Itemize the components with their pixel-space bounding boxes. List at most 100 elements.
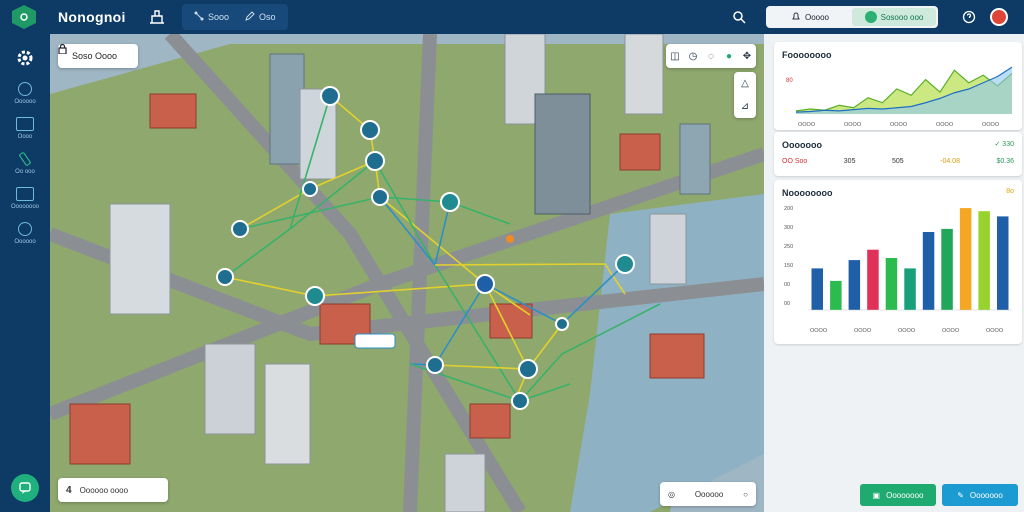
- help-icon[interactable]: [958, 6, 980, 28]
- map-search-chip-label: Soso Oooo: [72, 51, 118, 61]
- app-logo[interactable]: [0, 0, 48, 34]
- bar-y-tick: 250: [784, 244, 793, 250]
- stats-cell: 305: [843, 158, 856, 165]
- gear-icon[interactable]: [13, 46, 37, 70]
- bar: [830, 280, 842, 310]
- bar-x-labels: OOOO OOOO OOOO OOOO OOOO: [810, 328, 1004, 334]
- sidebar-item-clock[interactable]: Oooooo: [2, 222, 48, 245]
- trend-x-tick: OOOO: [936, 122, 954, 128]
- pen-icon: [18, 151, 32, 167]
- primary-action-button[interactable]: ▣ Oooooooo: [860, 484, 936, 506]
- trend-x-ticks: OOOO OOOO OOOO OOOO OOOO: [798, 122, 1000, 128]
- map-scale-chip[interactable]: 4 Oooooo oooo: [58, 478, 168, 502]
- chat-icon[interactable]: [11, 474, 39, 502]
- map-toolbar: ◫ ◷ ◌ ● ✥: [666, 44, 756, 68]
- bar-x-label: OOOO: [898, 328, 916, 334]
- shield-tool-icon[interactable]: ◌: [703, 48, 719, 64]
- map-legend-label: Oooooo: [694, 489, 724, 499]
- legend-toggle-icon[interactable]: ○: [743, 490, 748, 499]
- right-panel: Foooooooo 80 OOOO OOOO OOOO OOOO OOOO Oooooo…: [764, 34, 1024, 512]
- bar-y-ticks: 200 300 250 150 00 00: [784, 206, 793, 307]
- view-option-1[interactable]: Ooooo: [768, 8, 852, 26]
- stats-card-badge: ✓ 330: [994, 141, 1015, 148]
- stats-cell: $0.36: [996, 158, 1014, 165]
- view-option-2-label: Sosooo ooo: [880, 12, 924, 22]
- bar-x-label: OOOO: [942, 328, 960, 334]
- bar: [811, 268, 823, 310]
- sidebar-item-label: Oo ooo: [15, 169, 35, 175]
- image-icon: ▣: [872, 490, 881, 500]
- bar: [867, 249, 879, 310]
- monitor-icon: [16, 117, 34, 131]
- left-sidebar: Oooooo Oooo Oo ooo Oooooooo Oooooo: [0, 34, 50, 512]
- city-map[interactable]: Soso Oooo ◫ ◷ ◌ ● ✥ △ ⊿ 4 Oooooo oooo ◎ …: [50, 34, 764, 512]
- primary-action-label: Oooooooo: [886, 490, 924, 500]
- top-bar: Nonognoi Sooo Oso Ooooo Sosooo ooo: [0, 0, 1024, 34]
- bar: [959, 208, 972, 310]
- bar: [922, 232, 935, 310]
- stats-cell: -04.08: [940, 158, 960, 165]
- legend-icon: ◎: [668, 489, 675, 499]
- logo-icon: [12, 5, 36, 29]
- top-bar-right: Ooooo Sosooo ooo: [728, 0, 1024, 34]
- bar-x-label: OOOO: [810, 328, 828, 334]
- trend-axis-label: 80: [786, 78, 793, 84]
- view-option-1-label: Ooooo: [804, 12, 830, 22]
- draw-tool-icon[interactable]: △: [737, 76, 753, 92]
- bar-y-tick: 00: [784, 282, 790, 288]
- user-avatar[interactable]: [990, 8, 1008, 26]
- sidebar-item-pen[interactable]: Oo ooo: [2, 151, 48, 175]
- tab-network-label: Sooo: [208, 12, 230, 22]
- measure-tool-icon[interactable]: ⊿: [737, 99, 753, 115]
- sidebar-item-monitor[interactable]: Oooo: [2, 117, 48, 140]
- stats-card-title: Ooooooo: [782, 140, 822, 150]
- move-tool-icon[interactable]: ✥: [739, 48, 755, 64]
- view-option-2[interactable]: Sosooo ooo: [852, 8, 936, 26]
- stats-cell: OO Soo: [782, 158, 808, 165]
- bar: [941, 228, 953, 310]
- timer-tool-icon[interactable]: ◷: [685, 48, 701, 64]
- sidebar-item-globe[interactable]: Oooooo: [2, 82, 48, 105]
- bar-x-label: OOOO: [986, 328, 1004, 334]
- tab-edit-label: Oso: [259, 12, 276, 22]
- secondary-action-label: Ooooooo: [969, 490, 1003, 500]
- map-legend-chip[interactable]: ◎ Oooooo ○: [660, 482, 756, 506]
- map-search-chip[interactable]: Soso Oooo: [58, 44, 138, 68]
- bar: [904, 268, 916, 310]
- search-icon[interactable]: [728, 6, 750, 28]
- sidebar-item-label: Oooo: [17, 134, 33, 140]
- layers-tool-icon[interactable]: ◫: [667, 48, 683, 64]
- sidebar-item-layers[interactable]: Oooooooo: [2, 187, 48, 210]
- globe-icon: [18, 82, 32, 96]
- pencil-icon: [245, 11, 255, 23]
- secondary-action-button[interactable]: ✎ Ooooooo: [942, 484, 1018, 506]
- trend-x-tick: OOOO: [844, 122, 862, 128]
- bar-y-tick: 300: [784, 225, 793, 231]
- bars-card: Noooooooo 8o 200 300 250 150 00 00 OOOO OOOO OO…: [774, 180, 1022, 344]
- app-title: Nonognoi: [58, 9, 126, 25]
- edit-icon: ✎: [957, 490, 964, 500]
- bell-icon: [791, 11, 801, 23]
- map-scale-value: 4: [66, 484, 72, 496]
- bar: [978, 211, 990, 310]
- locate-tool-icon[interactable]: ●: [721, 48, 737, 64]
- tab-edit[interactable]: Oso: [239, 6, 282, 28]
- bar: [885, 258, 898, 310]
- home-icon[interactable]: [146, 6, 168, 28]
- layers-icon: [16, 187, 34, 201]
- bar-x-label: OOOO: [854, 328, 872, 334]
- trend-card: Foooooooo 80 OOOO OOOO OOOO OOOO OOOO: [774, 42, 1022, 130]
- stats-card: Ooooooo ✓ 330 OO Soo 305 505 -04.08 $0.3…: [774, 132, 1022, 176]
- trend-series: [795, 66, 1013, 114]
- trend-x-tick: OOOO: [890, 122, 908, 128]
- bar-y-tick: 150: [784, 263, 793, 269]
- sidebar-item-label: Oooooo: [14, 99, 36, 105]
- map-canvas: [50, 34, 764, 512]
- status-dot-icon: [864, 11, 877, 23]
- trend-x-tick: OOOO: [798, 122, 816, 128]
- stats-cell: 505: [891, 158, 904, 165]
- toolbar-tabs: Sooo Oso: [182, 4, 288, 30]
- bar-chart: 200 300 250 150 00 00 OOOO OOOO OOOO OOOO OOOO: [784, 206, 1012, 334]
- bar-series: [808, 208, 1012, 311]
- tab-network[interactable]: Sooo: [188, 6, 235, 28]
